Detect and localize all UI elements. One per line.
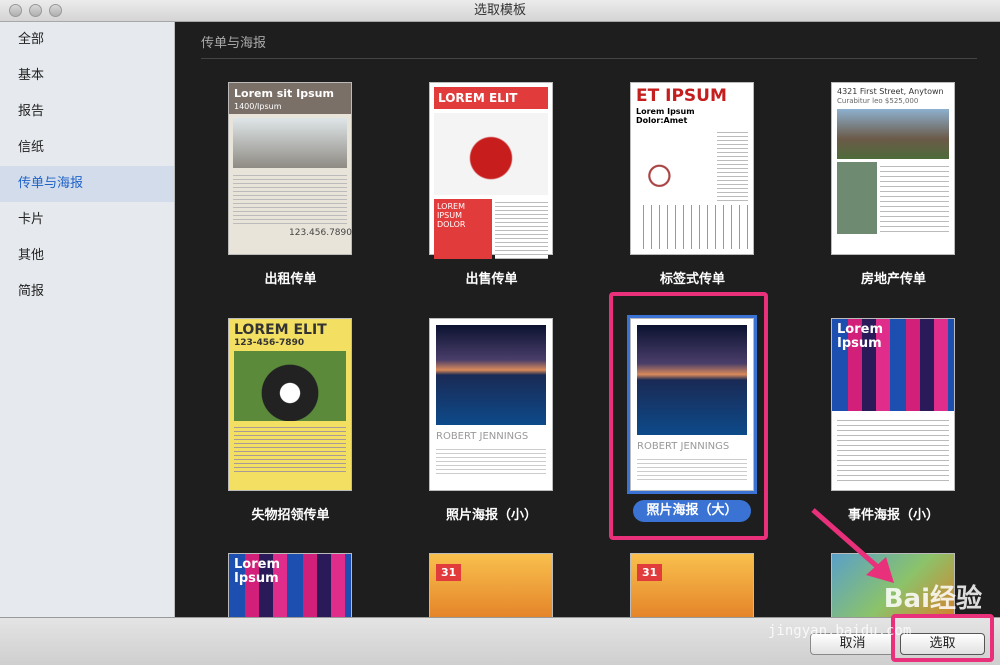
sidebar-item-all[interactable]: 全部 <box>0 22 174 58</box>
preview-title: LOREM ELIT <box>234 322 327 338</box>
stripe-graphic: Lorem Ipsum <box>832 319 954 411</box>
body-text <box>717 129 748 201</box>
dog-photo <box>234 351 346 421</box>
room-photo <box>233 118 347 168</box>
preview-phone: 123.456.7890 <box>289 228 352 238</box>
preview-subtitle: Lorem Ipsum Dolor:Amet <box>636 107 695 125</box>
section-divider <box>201 58 977 59</box>
template-thumbnail[interactable]: 31 <box>630 553 754 617</box>
tearoff-tabs <box>636 205 748 249</box>
body-text <box>234 424 346 474</box>
body-text <box>233 172 347 224</box>
window-title: 选取模板 <box>473 3 526 18</box>
preview-tag: LOREM IPSUM DOLOR <box>434 199 492 259</box>
preview-title: 31 <box>637 564 663 581</box>
template-thumbnail[interactable]: 31 <box>429 553 553 617</box>
template-thumbnail[interactable]: Lorem sit Ipsum 1400/Ipsum 123.456.7890 <box>228 82 352 255</box>
preview-title: ET IPSUM <box>636 86 727 106</box>
template-label: 出租传单 <box>264 272 317 287</box>
sidebar-item-stationery[interactable]: 信纸 <box>0 130 174 166</box>
template-thumbnail[interactable]: 4321 First Street, Anytown Curabitur leo… <box>831 82 955 255</box>
body-text <box>495 199 548 259</box>
close-icon[interactable] <box>9 4 22 17</box>
sidebar-item-reports[interactable]: 报告 <box>0 94 174 130</box>
section-title: 传单与海报 <box>201 36 267 51</box>
preview-title: Lorem Ipsum <box>234 557 280 586</box>
body-text <box>837 416 949 482</box>
preview-title: Lorem sit Ipsum <box>229 83 351 102</box>
annotation-arrow-icon <box>811 508 894 583</box>
template-label: 房地产传单 <box>860 272 926 287</box>
template-label: 出售传单 <box>465 272 518 287</box>
sidebar-item-basic[interactable]: 基本 <box>0 58 174 94</box>
agent-panel <box>837 162 877 234</box>
zoom-icon[interactable] <box>49 4 62 17</box>
template-label: 标签式传单 <box>659 272 725 287</box>
pier-photo <box>436 325 546 425</box>
preview-title: 4321 First Street, Anytown <box>837 87 944 96</box>
template-thumbnail[interactable]: LOREM ELIT LOREM IPSUM DOLOR <box>429 82 553 259</box>
sidebar: 全部 基本 报告 信纸 传单与海报 卡片 其他 简报 <box>0 22 175 617</box>
body-text <box>880 162 949 234</box>
body-text <box>436 446 546 476</box>
bicycle-photo <box>636 129 714 201</box>
scooter-photo <box>434 113 548 195</box>
preview-title: Lorem Ipsum <box>837 322 883 351</box>
minimize-icon[interactable] <box>29 4 42 17</box>
preview-title: LOREM ELIT <box>434 87 548 109</box>
preview-subtitle: Curabitur leo $525,000 <box>837 97 919 105</box>
watermark-brand: Bai经验 <box>883 584 982 614</box>
preview-title: ROBERT JENNINGS <box>436 431 529 442</box>
sidebar-item-flyers-posters[interactable]: 传单与海报 <box>0 166 174 202</box>
preview-subtitle: 1400/Ipsum <box>229 102 351 114</box>
window-controls <box>9 4 62 17</box>
template-thumbnail[interactable]: Lorem Ipsum <box>228 553 352 617</box>
template-thumbnail[interactable]: Lorem Ipsum <box>831 318 955 491</box>
sidebar-item-newsletters[interactable]: 简报 <box>0 274 174 310</box>
template-thumbnail[interactable]: ROBERT JENNINGS <box>429 318 553 491</box>
template-thumbnail[interactable]: LOREM ELIT 123-456-7890 <box>228 318 352 491</box>
sidebar-item-cards[interactable]: 卡片 <box>0 202 174 238</box>
preview-title: 31 <box>436 564 462 581</box>
annotation-highlight-selected-template <box>609 292 768 540</box>
template-thumbnail[interactable]: ET IPSUM Lorem Ipsum Dolor:Amet <box>630 82 754 255</box>
template-label: 照片海报（小） <box>445 508 537 523</box>
house-photo <box>837 109 949 159</box>
template-label: 失物招领传单 <box>251 508 330 523</box>
watermark-url: jingyan.baidu.com <box>768 623 912 639</box>
title-bar: 选取模板 <box>0 0 1000 22</box>
preview-subtitle: 123-456-7890 <box>234 338 305 348</box>
sidebar-item-other[interactable]: 其他 <box>0 238 174 274</box>
